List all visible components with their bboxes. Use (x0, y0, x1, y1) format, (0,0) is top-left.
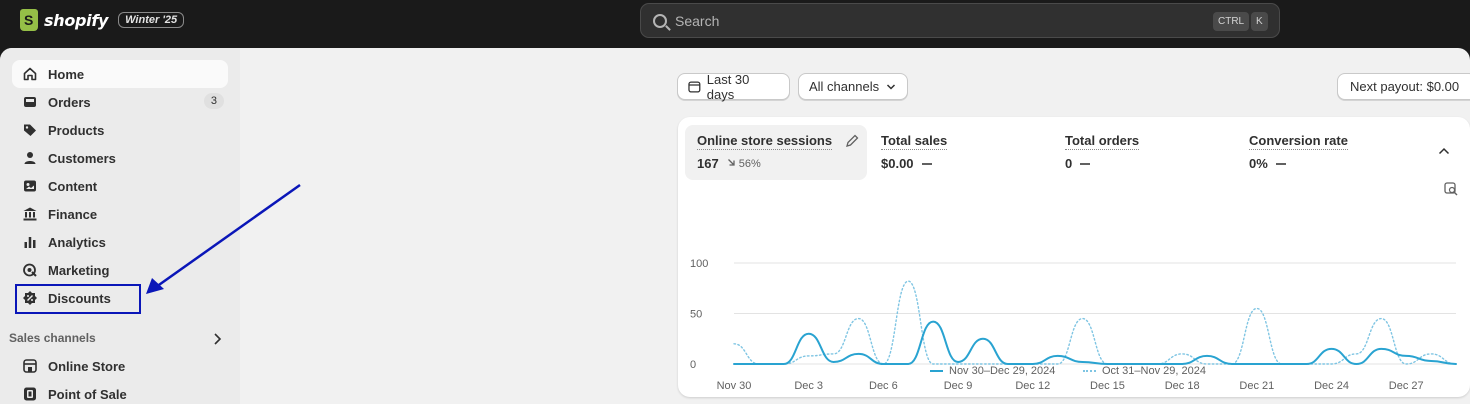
store-icon (22, 358, 38, 374)
chevron-down-icon (887, 83, 896, 90)
search-bar[interactable]: Search CTRL K (640, 3, 1280, 38)
bar-chart-icon (22, 234, 38, 250)
sidebar-item-label: Finance (48, 206, 98, 222)
edition-badge[interactable]: Winter '25 (118, 12, 185, 28)
sidebar-item-orders[interactable]: Orders 3 (12, 88, 228, 116)
chevron-right-icon[interactable] (212, 332, 222, 346)
main-canvas: Home Orders 3 Products Customers Content… (0, 48, 1470, 404)
sidebar-item-label: Online Store (48, 358, 126, 374)
channels-label: All channels (809, 79, 880, 94)
x-tick-label: Dec 6 (869, 380, 898, 392)
bank-icon (22, 206, 38, 222)
x-tick-label: Dec 24 (1314, 380, 1349, 392)
sidebar-item-label: Point of Sale (48, 386, 127, 402)
search-input[interactable]: Search (675, 13, 719, 29)
home-icon (22, 66, 38, 82)
orders-count-badge: 3 (203, 93, 224, 109)
target-icon (22, 262, 38, 278)
legend-previous-period: Oct 31–Nov 29, 2024 (1083, 365, 1206, 377)
x-tick-label: Dec 21 (1239, 380, 1274, 392)
y-tick-label: 50 (690, 309, 702, 321)
tag-icon (22, 122, 38, 138)
x-tick-label: Dec 3 (794, 380, 823, 392)
date-range-button[interactable]: Last 30 days (677, 71, 790, 102)
annotation-arrow (146, 183, 301, 294)
sidebar-item-label: Products (48, 122, 105, 138)
pos-icon (22, 386, 38, 402)
x-tick-label: Nov 30 (717, 380, 752, 392)
shopify-logo[interactable]: shopify Winter '25 (20, 9, 185, 31)
legend-current-period: Nov 30–Dec 29, 2024 (930, 365, 1055, 377)
channels-dropdown[interactable]: All channels (798, 73, 908, 100)
next-payout-button[interactable]: Next payout: $0.00 (1337, 73, 1470, 100)
sidebar-item-label: Analytics (48, 234, 106, 250)
sessions-analytics-card: Online store sessions 167 56% Total sale… (678, 117, 1470, 397)
sidebar-item-label: Marketing (48, 262, 110, 278)
shopify-bag-icon (20, 9, 38, 31)
x-tick-label: Dec 27 (1389, 380, 1424, 392)
sidebar-item-label: Home (48, 66, 85, 82)
legend-label: Nov 30–Dec 29, 2024 (949, 365, 1056, 377)
x-tick-label: Dec 9 (944, 380, 973, 392)
sessions-line-chart: 0 50 100 Nov 30 Dec 3 Dec 6 Dec 9 Dec 12 Dec 15 D… (690, 258, 1457, 392)
sales-channels-heading: Sales channels (9, 331, 96, 345)
next-payout-label: Next payout: $0.00 (1350, 79, 1460, 94)
search-icon (653, 13, 667, 28)
inbox-icon (22, 94, 38, 110)
shortcut-k-key: K (1251, 12, 1268, 31)
sidebar-item-products[interactable]: Products (12, 116, 228, 144)
date-range-label: Last 30 days (706, 71, 750, 102)
legend-dotted-swatch (1083, 370, 1096, 372)
sidebar-item-customers[interactable]: Customers (12, 144, 228, 172)
legend-solid-swatch (930, 370, 943, 372)
x-tick-label: Dec 12 (1015, 380, 1050, 392)
annotation-highlight-box (15, 284, 141, 314)
series-line-previous (733, 280, 1457, 365)
brand-name: shopify (44, 10, 109, 30)
person-icon (22, 150, 38, 166)
sidebar-item-label: Orders (48, 94, 91, 110)
sidebar-item-home[interactable]: Home (12, 60, 228, 88)
y-tick-label: 0 (690, 359, 696, 371)
calendar-icon (688, 81, 701, 93)
sidebar-item-point-of-sale[interactable]: Point of Sale (12, 380, 228, 404)
x-tick-label: Dec 15 (1090, 380, 1125, 392)
sidebar-item-online-store[interactable]: Online Store (12, 352, 228, 380)
image-icon (22, 178, 38, 194)
sidebar-item-label: Content (48, 178, 98, 194)
x-tick-label: Dec 18 (1165, 380, 1200, 392)
y-tick-label: 100 (690, 258, 708, 270)
shortcut-ctrl-key: CTRL (1213, 12, 1250, 31)
sidebar-item-label: Customers (48, 150, 116, 166)
top-bar: shopify Winter '25 Search CTRL K (0, 0, 1470, 48)
legend-label: Oct 31–Nov 29, 2024 (1102, 365, 1206, 377)
